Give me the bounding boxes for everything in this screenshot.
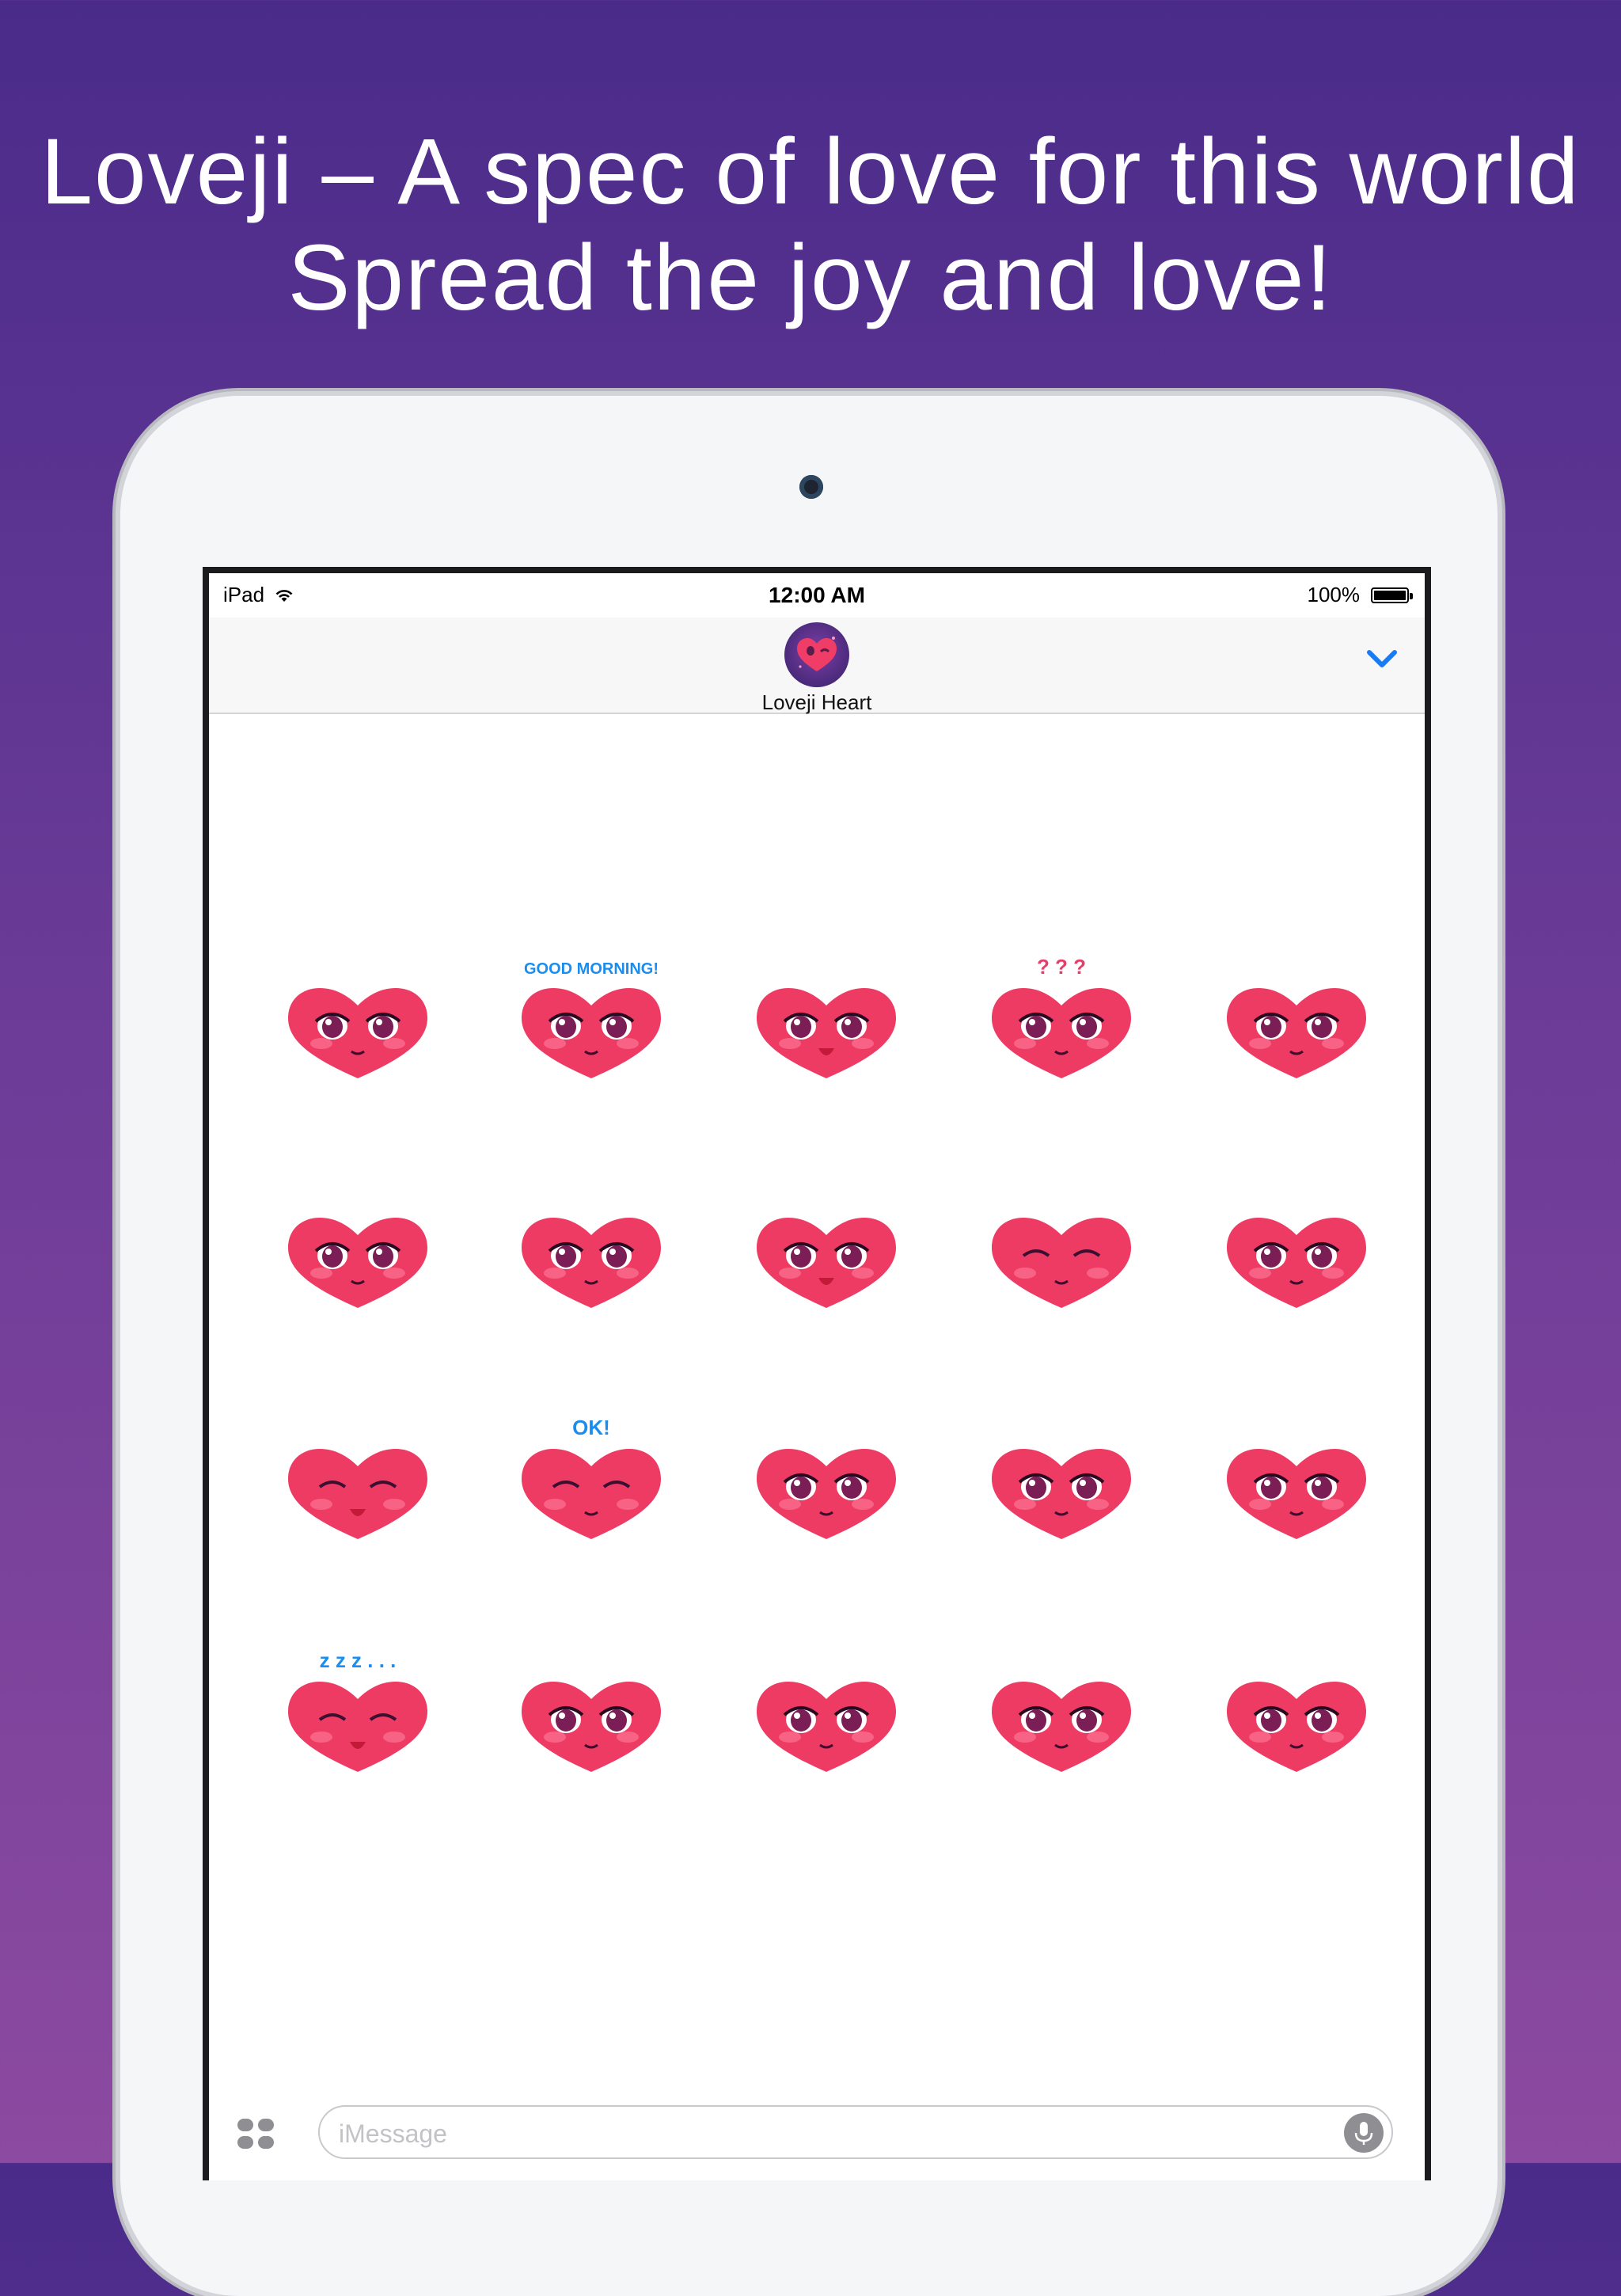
sticker-sad[interactable] — [1209, 1180, 1384, 1330]
heart-logo-icon — [797, 637, 837, 671]
app-name: Loveji Heart — [761, 690, 872, 714]
sticker-smug[interactable] — [1209, 1411, 1384, 1561]
app-header: Loveji Heart — [209, 618, 1425, 714]
sticker-winking-hands[interactable] — [974, 1180, 1148, 1330]
battery-level — [1374, 590, 1406, 600]
front-camera — [799, 475, 823, 499]
heart-face-icon — [757, 1449, 896, 1539]
heart-face-icon — [1227, 1449, 1366, 1539]
sticker-head-scratch[interactable] — [739, 1644, 913, 1794]
microphone-button[interactable] — [1344, 2113, 1384, 2153]
sticker-big-eyes-smile[interactable] — [271, 950, 445, 1100]
sticker-ok-hand[interactable]: OK! — [504, 1411, 678, 1561]
sticker-teary[interactable] — [974, 1644, 1148, 1794]
sticker-worried[interactable] — [1209, 950, 1384, 1100]
compose-bar: iMessage — [209, 2101, 1425, 2180]
sticker-smirk[interactable] — [1209, 1644, 1384, 1794]
heart-face-icon — [1227, 988, 1366, 1078]
sticker-crying[interactable] — [271, 1180, 445, 1330]
status-bar: iPad 12:00 AM 100% — [209, 573, 1425, 618]
app-avatar[interactable] — [784, 622, 849, 687]
sticker-sleeping[interactable]: z z z . . . — [271, 1644, 445, 1794]
battery-percent: 100% — [1307, 583, 1361, 606]
imessage-placeholder: iMessage — [339, 2119, 447, 2148]
heart-face-icon — [992, 1449, 1131, 1539]
sticker-caption: GOOD MORNING! — [524, 960, 659, 978]
heart-face-icon — [288, 988, 427, 1078]
sticker-surprised-hearts[interactable] — [739, 950, 913, 1100]
battery-icon — [1371, 587, 1413, 603]
heart-face-icon — [522, 1218, 661, 1308]
heart-face-icon: GOOD MORNING! — [522, 960, 661, 1078]
heart-face-icon — [757, 1682, 896, 1772]
heart-face-icon — [1227, 1218, 1366, 1308]
marketing-headline: Loveji – A spec of love for this world S… — [0, 119, 1621, 331]
headline-line-2: Spread the joy and love! — [287, 226, 1334, 330]
ipad-screen: iPad 12:00 AM 100% Loveji Heart GOOD MOR… — [203, 567, 1431, 2180]
heart-face-icon — [1227, 1682, 1366, 1772]
heart-face-icon — [757, 988, 896, 1078]
heart-face-icon: ? ? ? — [992, 955, 1131, 1078]
sticker-good-morning-coffee[interactable]: GOOD MORNING! — [504, 950, 678, 1100]
app-drawer-button[interactable] — [234, 2112, 279, 2157]
headline-line-1: Loveji – A spec of love for this world — [40, 120, 1581, 224]
sticker-staring[interactable] — [739, 1411, 913, 1561]
sticker-grinning[interactable] — [739, 1180, 913, 1330]
sticker-laughing[interactable] — [271, 1411, 445, 1561]
sticker-caption: z z z . . . — [320, 1648, 397, 1672]
heart-face-icon — [992, 1218, 1131, 1308]
heart-face-icon: OK! — [522, 1416, 661, 1539]
microphone-icon — [1354, 2122, 1373, 2145]
sticker-pouting[interactable] — [504, 1180, 678, 1330]
heart-face-icon — [522, 1682, 661, 1772]
sticker-caption: ? ? ? — [1037, 955, 1086, 979]
collapse-button[interactable] — [1363, 643, 1401, 675]
imessage-input[interactable]: iMessage — [318, 2105, 1393, 2159]
heart-face-icon: z z z . . . — [288, 1648, 427, 1772]
heart-face-icon — [757, 1218, 896, 1308]
sticker-caption: OK! — [572, 1416, 610, 1439]
sticker-confused[interactable]: ? ? ? — [974, 950, 1148, 1100]
status-time: 12:00 AM — [769, 583, 865, 607]
heart-face-icon — [288, 1449, 427, 1539]
heart-face-icon — [288, 1218, 427, 1308]
heart-face-icon — [992, 1682, 1131, 1772]
app-drawer-icon — [237, 2119, 274, 2149]
chevron-down-icon — [1367, 650, 1397, 667]
sticker-tongue-out[interactable] — [504, 1644, 678, 1794]
sticker-praying[interactable] — [974, 1411, 1148, 1561]
